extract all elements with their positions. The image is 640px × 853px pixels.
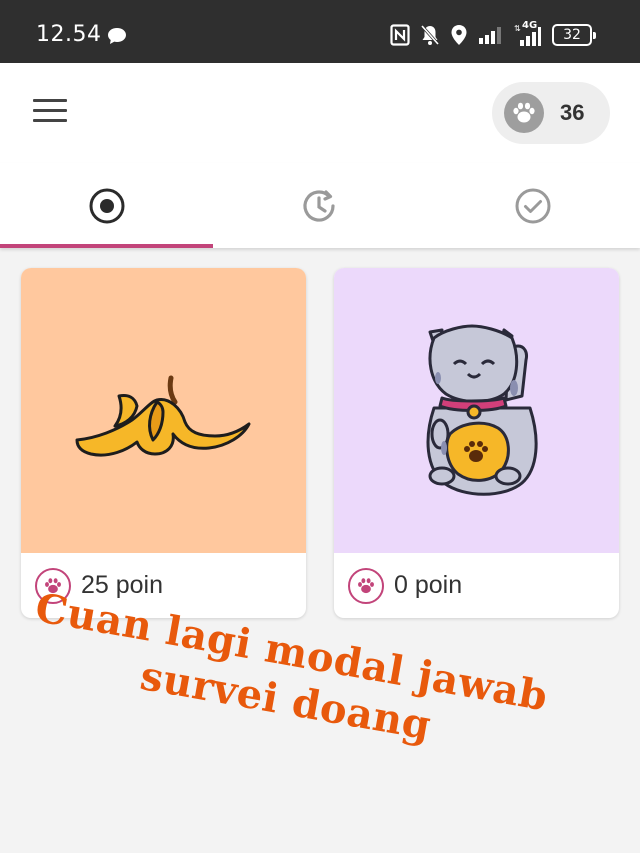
bell-muted-icon: [420, 24, 440, 46]
menu-icon[interactable]: [33, 99, 67, 125]
tab-completed[interactable]: [426, 163, 639, 248]
tab-indicator: [0, 244, 213, 248]
points-chip[interactable]: 36: [492, 82, 610, 144]
paw-icon: [504, 93, 544, 133]
network-type-label: 4G: [522, 20, 538, 31]
card-points: 0 poin: [394, 571, 463, 599]
status-time: 12.54: [36, 22, 102, 47]
tab-history[interactable]: [213, 163, 426, 248]
status-bar: 12.54 ⇅ 4G 32: [0, 0, 640, 63]
svg-text:⇅: ⇅: [514, 24, 521, 33]
lucky-cat-illustration: [334, 268, 619, 553]
status-icons: ⇅ 4G 32: [390, 20, 596, 48]
radio-target-icon: [89, 188, 124, 223]
points-value: 36: [560, 100, 585, 125]
card-footer: 0 poin: [334, 553, 619, 618]
survey-card[interactable]: 0 poin: [334, 268, 619, 618]
tab-active-surveys[interactable]: [0, 163, 213, 248]
tab-bar: [0, 163, 640, 248]
signal-4g-icon: ⇅ 4G: [512, 20, 542, 47]
location-icon: [450, 24, 468, 46]
survey-card[interactable]: 25 poin: [21, 268, 306, 618]
caption-line-2: survei doang: [136, 652, 435, 750]
check-circle-icon: [515, 188, 550, 223]
banana-peel-illustration: [21, 268, 306, 553]
paw-coin-icon: [348, 567, 384, 604]
card-footer: 25 poin: [21, 553, 306, 618]
app-bar: 36: [0, 63, 640, 163]
signal-icon: [478, 25, 502, 45]
card-points: 25 poin: [81, 571, 164, 599]
battery-icon: 32: [552, 24, 596, 46]
chat-bubble-icon: [107, 27, 127, 49]
paw-coin-icon: [35, 567, 71, 604]
battery-level: 32: [563, 27, 581, 43]
history-icon: [302, 189, 335, 222]
nfc-icon: [390, 24, 410, 46]
